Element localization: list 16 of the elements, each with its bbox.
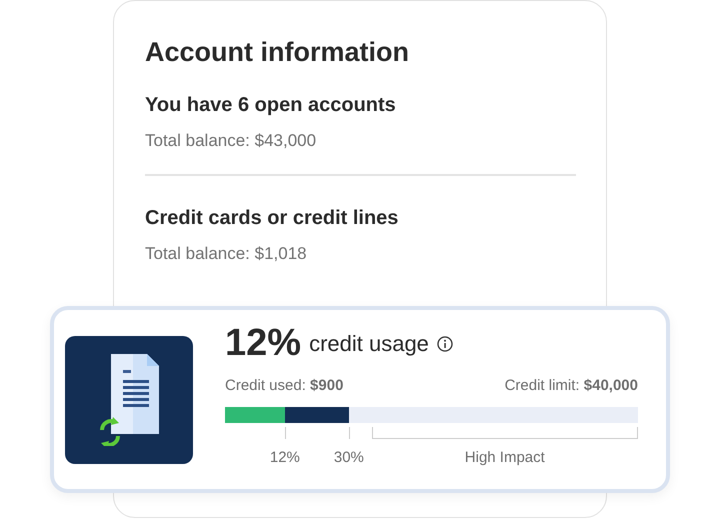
section-heading: Credit cards or credit lines xyxy=(145,207,400,230)
balance-text: Total balance: $1,018 xyxy=(145,244,308,264)
usage-label: credit usage xyxy=(309,330,429,356)
credit-limit-text: Credit limit: $40,000 xyxy=(504,377,638,394)
tick-mark xyxy=(284,427,286,439)
credit-used-text: Credit used: $900 xyxy=(225,377,344,394)
tick-mark xyxy=(348,427,350,439)
info-icon[interactable] xyxy=(436,336,453,352)
tick-label: 30% xyxy=(334,449,364,466)
balance-text: Total balance: $43,000 xyxy=(145,131,318,151)
zone-label: High Impact xyxy=(464,449,546,466)
card-title: Account information xyxy=(145,37,410,68)
document-refresh-icon xyxy=(99,354,159,446)
tick-label: 12% xyxy=(270,449,300,466)
usage-percent: 12% xyxy=(225,322,302,365)
section-heading: You have 6 open accounts xyxy=(145,94,397,117)
